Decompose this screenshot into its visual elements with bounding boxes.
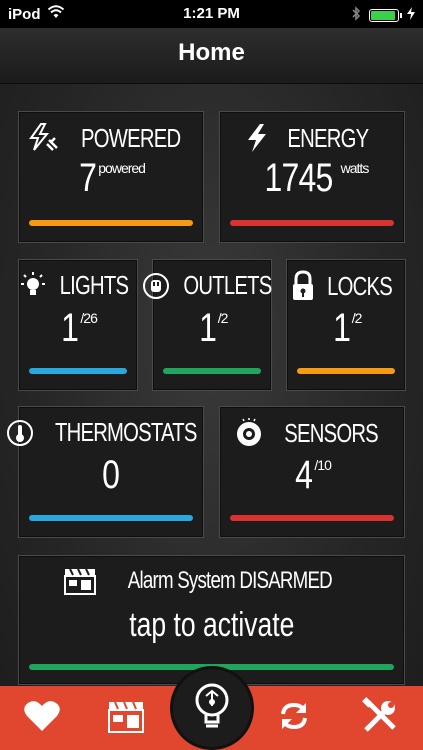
sensors-value: 4 bbox=[295, 453, 313, 497]
energy-card[interactable]: ENERGY 1745 watts bbox=[219, 111, 405, 243]
outlets-value: 1 bbox=[198, 306, 217, 350]
lightbulb-icon bbox=[18, 271, 48, 301]
lights-value-row: 1/26 bbox=[19, 306, 137, 351]
tab-scenes[interactable] bbox=[96, 686, 156, 750]
powered-card[interactable]: POWERED 7 powered bbox=[18, 111, 204, 243]
tools-icon bbox=[360, 696, 400, 741]
locks-bar bbox=[297, 368, 395, 374]
charging-icon bbox=[407, 7, 415, 24]
sensors-label: SENSORS bbox=[284, 417, 379, 448]
outlets-bar bbox=[163, 368, 261, 374]
alarm-action-row: tap to activate bbox=[19, 606, 404, 645]
outlets-label: OUTLETS bbox=[182, 270, 272, 300]
sensors-suffix: /10 bbox=[314, 457, 331, 473]
energy-value: 1745 bbox=[264, 156, 333, 200]
padlock-icon bbox=[290, 270, 316, 302]
alarm-action: tap to activate bbox=[128, 606, 295, 644]
refresh-icon bbox=[277, 699, 311, 738]
powered-bar bbox=[29, 220, 193, 226]
sensors-card[interactable]: SENSORS 4/10 bbox=[219, 406, 405, 538]
energy-suffix: watts bbox=[340, 160, 370, 176]
powered-value-row: 7 powered bbox=[19, 156, 203, 201]
lights-suffix: /26 bbox=[80, 310, 97, 326]
powered-label: POWERED bbox=[81, 122, 181, 153]
heart-icon bbox=[23, 699, 61, 738]
outlet-icon bbox=[141, 271, 171, 301]
thermostats-bar bbox=[29, 515, 193, 521]
locks-value: 1 bbox=[332, 306, 351, 350]
page-title: Home bbox=[178, 39, 245, 66]
tab-settings[interactable] bbox=[350, 686, 410, 750]
status-bar: iPod 1:21 PM bbox=[0, 0, 423, 28]
powered-suffix: powered bbox=[98, 160, 146, 176]
scenes-icon bbox=[106, 698, 146, 739]
lights-bar bbox=[29, 368, 127, 374]
thermostats-card[interactable]: THERMOSTATS 0 bbox=[7, 406, 204, 538]
lights-card[interactable]: LIGHTS 1/26 bbox=[18, 259, 138, 391]
powered-value: 7 bbox=[79, 156, 97, 200]
tab-refresh[interactable] bbox=[264, 686, 324, 750]
sensors-bar bbox=[230, 515, 394, 521]
locks-card[interactable]: LOCKS 1/2 bbox=[286, 259, 406, 391]
lights-label: LIGHTS bbox=[59, 270, 129, 300]
thermostats-label: THERMOSTATS bbox=[55, 417, 197, 447]
navigation-bar: Home bbox=[0, 28, 423, 84]
outlets-value-row: 1/2 bbox=[153, 306, 271, 351]
plug-lightning-icon bbox=[27, 122, 61, 154]
energy-value-row: 1745 watts bbox=[220, 156, 404, 201]
battery-icon bbox=[369, 9, 402, 22]
sensor-icon bbox=[233, 417, 265, 449]
locks-label: LOCKS bbox=[327, 270, 394, 301]
lightbulb-icon bbox=[190, 680, 234, 737]
tab-lights-center-button[interactable] bbox=[170, 666, 254, 750]
locks-suffix: /2 bbox=[351, 310, 363, 326]
energy-label: ENERGY bbox=[287, 122, 370, 153]
outlets-card[interactable]: OUTLETS 1/2 bbox=[142, 259, 272, 391]
bluetooth-icon bbox=[351, 6, 361, 25]
energy-bar bbox=[230, 220, 394, 226]
thermostats-value: 0 bbox=[102, 453, 121, 497]
alarm-status: Alarm System DISARMED bbox=[127, 567, 332, 594]
thermometer-icon bbox=[5, 418, 35, 448]
thermostats-value-row: 0 bbox=[19, 453, 203, 498]
tab-favorites[interactable] bbox=[12, 686, 72, 750]
lights-value: 1 bbox=[61, 306, 79, 350]
scene-clapper-icon bbox=[63, 566, 97, 596]
outlets-suffix: /2 bbox=[217, 310, 229, 326]
locks-value-row: 1/2 bbox=[287, 306, 405, 351]
sensors-value-row: 4/10 bbox=[220, 453, 404, 498]
lightning-icon bbox=[244, 122, 270, 154]
